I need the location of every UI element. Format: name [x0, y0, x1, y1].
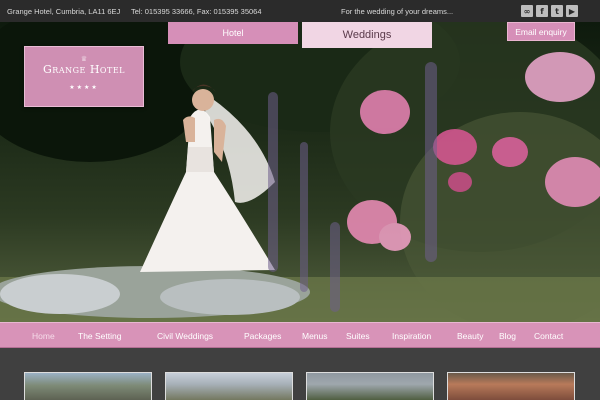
- logo-name: Grange Hotel: [43, 63, 125, 76]
- thumbnail-1[interactable]: [24, 372, 152, 400]
- thumbnail-4[interactable]: [447, 372, 575, 400]
- youtube-icon[interactable]: ▶: [566, 5, 578, 17]
- main-nav: Home The Setting Civil Weddings Packages…: [0, 322, 600, 348]
- hotel-address: Grange Hotel, Cumbria, LA11 6EJ: [7, 7, 121, 16]
- twitter-icon[interactable]: t: [551, 5, 563, 17]
- nav-item-menus[interactable]: Menus: [302, 331, 328, 341]
- tagline: For the wedding of your dreams...: [341, 7, 454, 16]
- top-bar: Grange Hotel, Cumbria, LA11 6EJ Tel: 015…: [0, 0, 600, 22]
- nav-item-the-setting[interactable]: The Setting: [78, 331, 121, 341]
- nav-item-blog[interactable]: Blog: [499, 331, 516, 341]
- nav-item-home[interactable]: Home: [32, 331, 55, 341]
- phone-fax: Tel: 015395 33666, Fax: 015395 35064: [131, 7, 262, 16]
- content-area: [0, 348, 600, 400]
- social-links: ∞ f t ▶: [521, 5, 578, 17]
- nav-item-civil-weddings[interactable]: Civil Weddings: [157, 331, 213, 341]
- tab-hotel[interactable]: Hotel: [168, 22, 298, 44]
- nav-item-contact[interactable]: Contact: [534, 331, 563, 341]
- tab-weddings[interactable]: Weddings: [302, 22, 432, 48]
- nav-item-beauty[interactable]: Beauty: [457, 331, 483, 341]
- nav-item-packages[interactable]: Packages: [244, 331, 281, 341]
- hero-image: ♕ Grange Hotel ★★★★: [0, 22, 600, 322]
- nav-item-suites[interactable]: Suites: [346, 331, 370, 341]
- tripadvisor-icon[interactable]: ∞: [521, 5, 533, 17]
- rating-stars: ★★★★: [69, 84, 99, 91]
- email-enquiry-button[interactable]: Email enquiry: [507, 22, 575, 41]
- hotel-logo[interactable]: ♕ Grange Hotel ★★★★: [24, 46, 144, 107]
- thumbnail-2[interactable]: [165, 372, 293, 400]
- thumbnail-3[interactable]: [306, 372, 434, 400]
- nav-item-inspiration[interactable]: Inspiration: [392, 331, 431, 341]
- facebook-icon[interactable]: f: [536, 5, 548, 17]
- crown-icon: ♕: [80, 55, 88, 63]
